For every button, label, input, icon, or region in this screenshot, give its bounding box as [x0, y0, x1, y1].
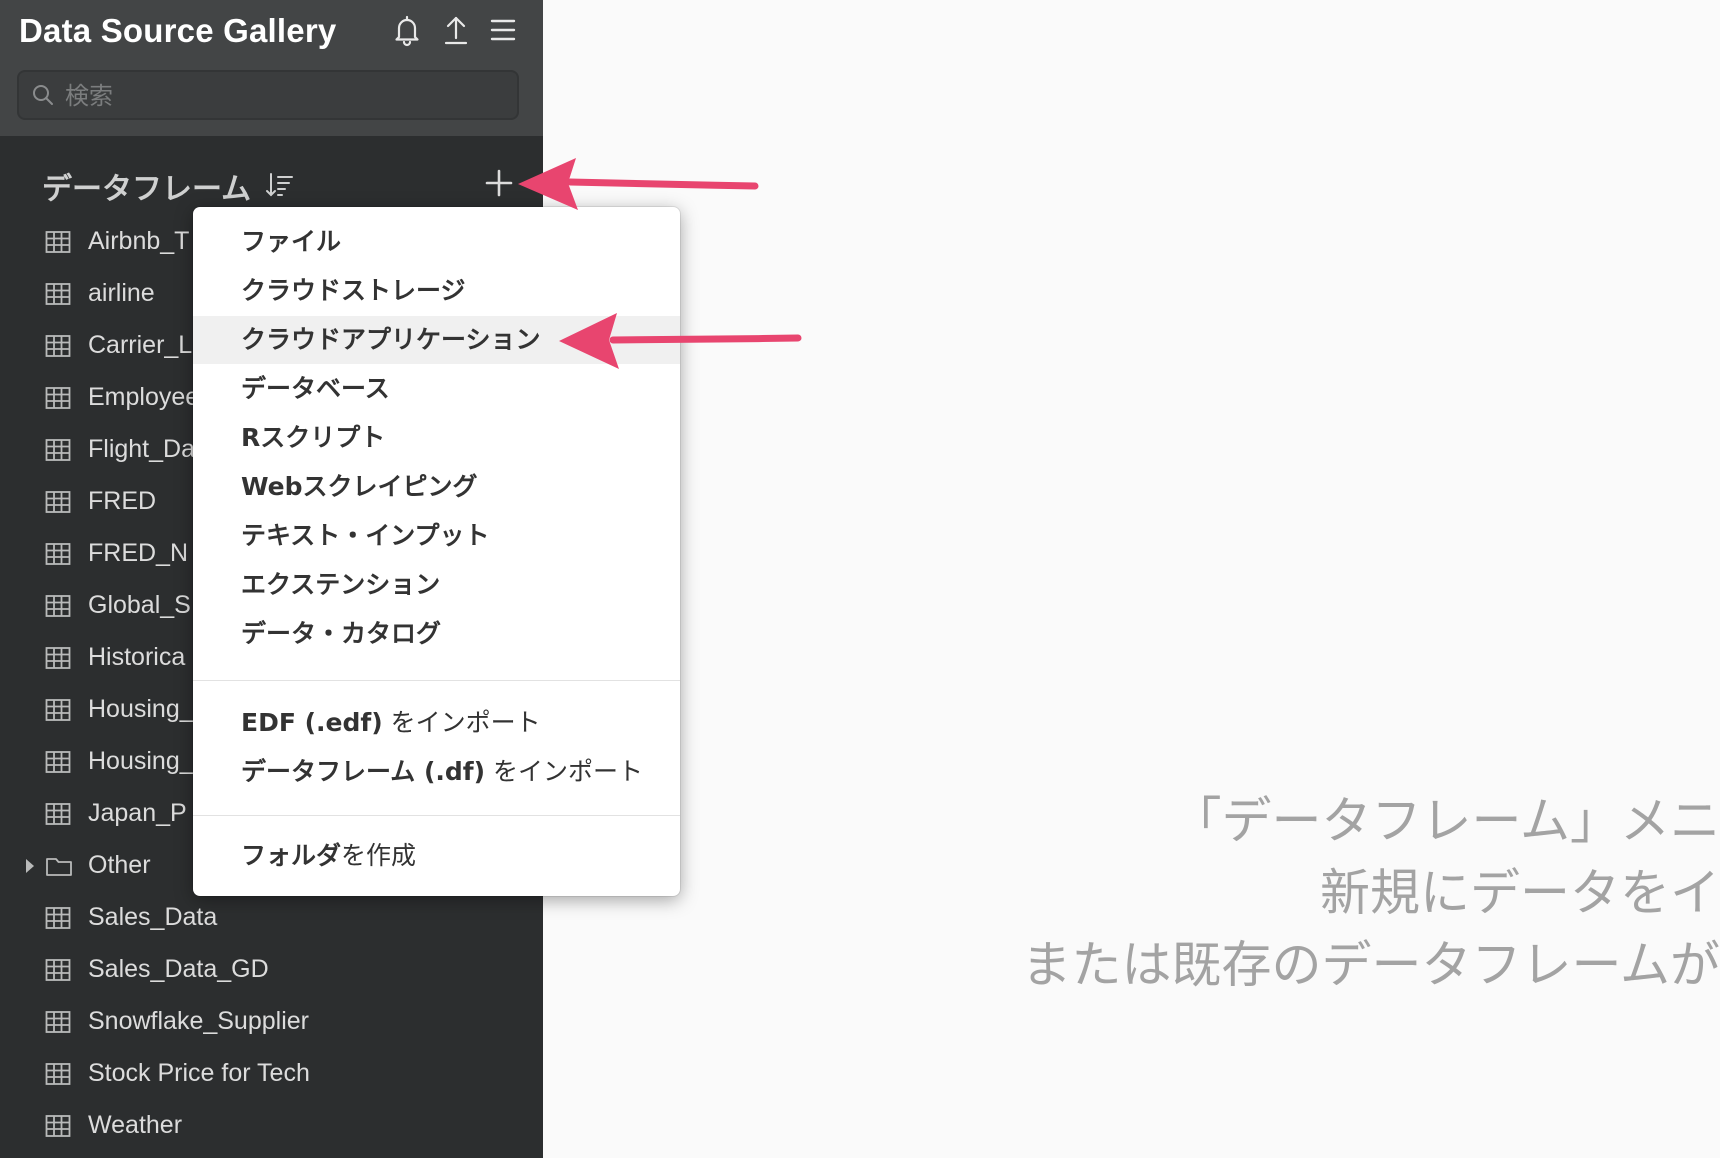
annotation-arrow-plus [518, 158, 759, 210]
dataframe-label: Flight_Da [88, 435, 195, 463]
table-grid-icon [45, 906, 71, 935]
menu-item-data-catalog[interactable]: データ・カタログ [193, 610, 680, 658]
dataframe-section-title: データフレーム [42, 172, 252, 207]
annotation-arrow-cloud-app [559, 313, 802, 369]
empty-state-line-1: 「データフレーム」メニ [1171, 792, 1720, 850]
table-grid-icon [45, 958, 71, 987]
dataframe-label: Stock Price for Tech [88, 1059, 310, 1087]
sidebar-header: Data Source Gallery [0, 0, 543, 136]
dataframe-label: Employee [88, 383, 200, 411]
menu-item-create-folder[interactable]: フォルダを作成 [193, 832, 680, 880]
hamburger-menu-icon[interactable] [485, 12, 521, 48]
import-edf-label: EDF (.edf) [241, 708, 383, 737]
menu-separator [193, 680, 680, 681]
table-grid-icon [45, 698, 71, 727]
dataframe-label: Carrier_L [88, 331, 193, 359]
dataframe-label: airline [88, 279, 155, 307]
dataframe-item[interactable]: Stock Price for Tech [0, 1050, 543, 1102]
dataframe-item[interactable]: Sales_Data [0, 894, 543, 946]
menu-item-text-input[interactable]: テキスト・インプット [193, 512, 680, 560]
menu-item-r-script[interactable]: Rスクリプト [193, 414, 680, 462]
import-df-suffix: をインポート [485, 757, 644, 786]
dataframe-label: Snowflake_Supplier [88, 1007, 309, 1035]
dataframe-item[interactable]: Weather [0, 1102, 543, 1154]
empty-state-line-2: 新規にデータをイ [1320, 864, 1720, 922]
menu-item-web-scraping[interactable]: Webスクレイピング [193, 463, 680, 511]
menu-separator [193, 815, 680, 816]
app-title: Data Source Gallery [19, 12, 337, 49]
table-grid-icon [45, 1010, 71, 1039]
dataframe-label: Sales_Data_GD [88, 955, 269, 983]
dataframe-label: FRED_N [88, 539, 189, 567]
table-grid-icon [45, 282, 71, 311]
sort-icon[interactable] [265, 170, 295, 205]
menu-item-import-edf[interactable]: EDF (.edf) をインポート [193, 699, 680, 747]
menu-item-extension[interactable]: エクステンション [193, 561, 680, 609]
dataframe-label: Sales_Data [88, 903, 218, 931]
table-grid-icon [45, 334, 71, 363]
search-input[interactable] [63, 78, 507, 114]
dataframe-label: Global_S [88, 591, 191, 619]
menu-item-import-df[interactable]: データフレーム (.df) をインポート [193, 748, 680, 796]
table-grid-icon [45, 230, 71, 259]
create-folder-suffix: を作成 [341, 841, 417, 870]
dataframe-label: Japan_P [88, 799, 187, 827]
table-grid-icon [45, 594, 71, 623]
empty-state-line-3: または既存のデータフレームが [1021, 936, 1720, 994]
dataframe-label: Weather [88, 1111, 183, 1139]
dataframe-label: Historica [88, 643, 186, 671]
table-grid-icon [45, 1062, 71, 1091]
import-df-label: データフレーム (.df) [241, 757, 486, 786]
dataframe-label: Housing_ [88, 695, 194, 723]
table-grid-icon [45, 438, 71, 467]
table-grid-icon [45, 1114, 71, 1143]
dataframe-label: Housing_ [88, 747, 194, 775]
table-grid-icon [45, 646, 71, 675]
bell-icon[interactable] [389, 12, 425, 48]
table-grid-icon [45, 542, 71, 571]
import-edf-suffix: をインポート [382, 708, 541, 737]
search-box[interactable] [17, 70, 519, 120]
menu-item-file[interactable]: ファイル [193, 218, 680, 266]
folder-icon [45, 854, 73, 883]
table-grid-icon [45, 490, 71, 519]
empty-state-message: 「データフレーム」メニ 新規にデータをイ または既存のデータフレームが [620, 785, 1720, 1001]
search-icon [33, 85, 53, 105]
dataframe-label: FRED [88, 487, 157, 515]
dataframe-item[interactable]: Snowflake_Supplier [0, 998, 543, 1050]
dataframe-label: Airbnb_T [88, 227, 190, 255]
table-grid-icon [45, 750, 71, 779]
dataframe-label: Other [88, 851, 151, 879]
table-grid-icon [45, 802, 71, 831]
table-grid-icon [45, 386, 71, 415]
create-folder-label: フォルダ [241, 841, 342, 870]
upload-icon[interactable] [438, 12, 474, 48]
expand-caret-icon[interactable] [24, 857, 36, 880]
dataframe-item[interactable]: Sales_Data_GD [0, 946, 543, 998]
